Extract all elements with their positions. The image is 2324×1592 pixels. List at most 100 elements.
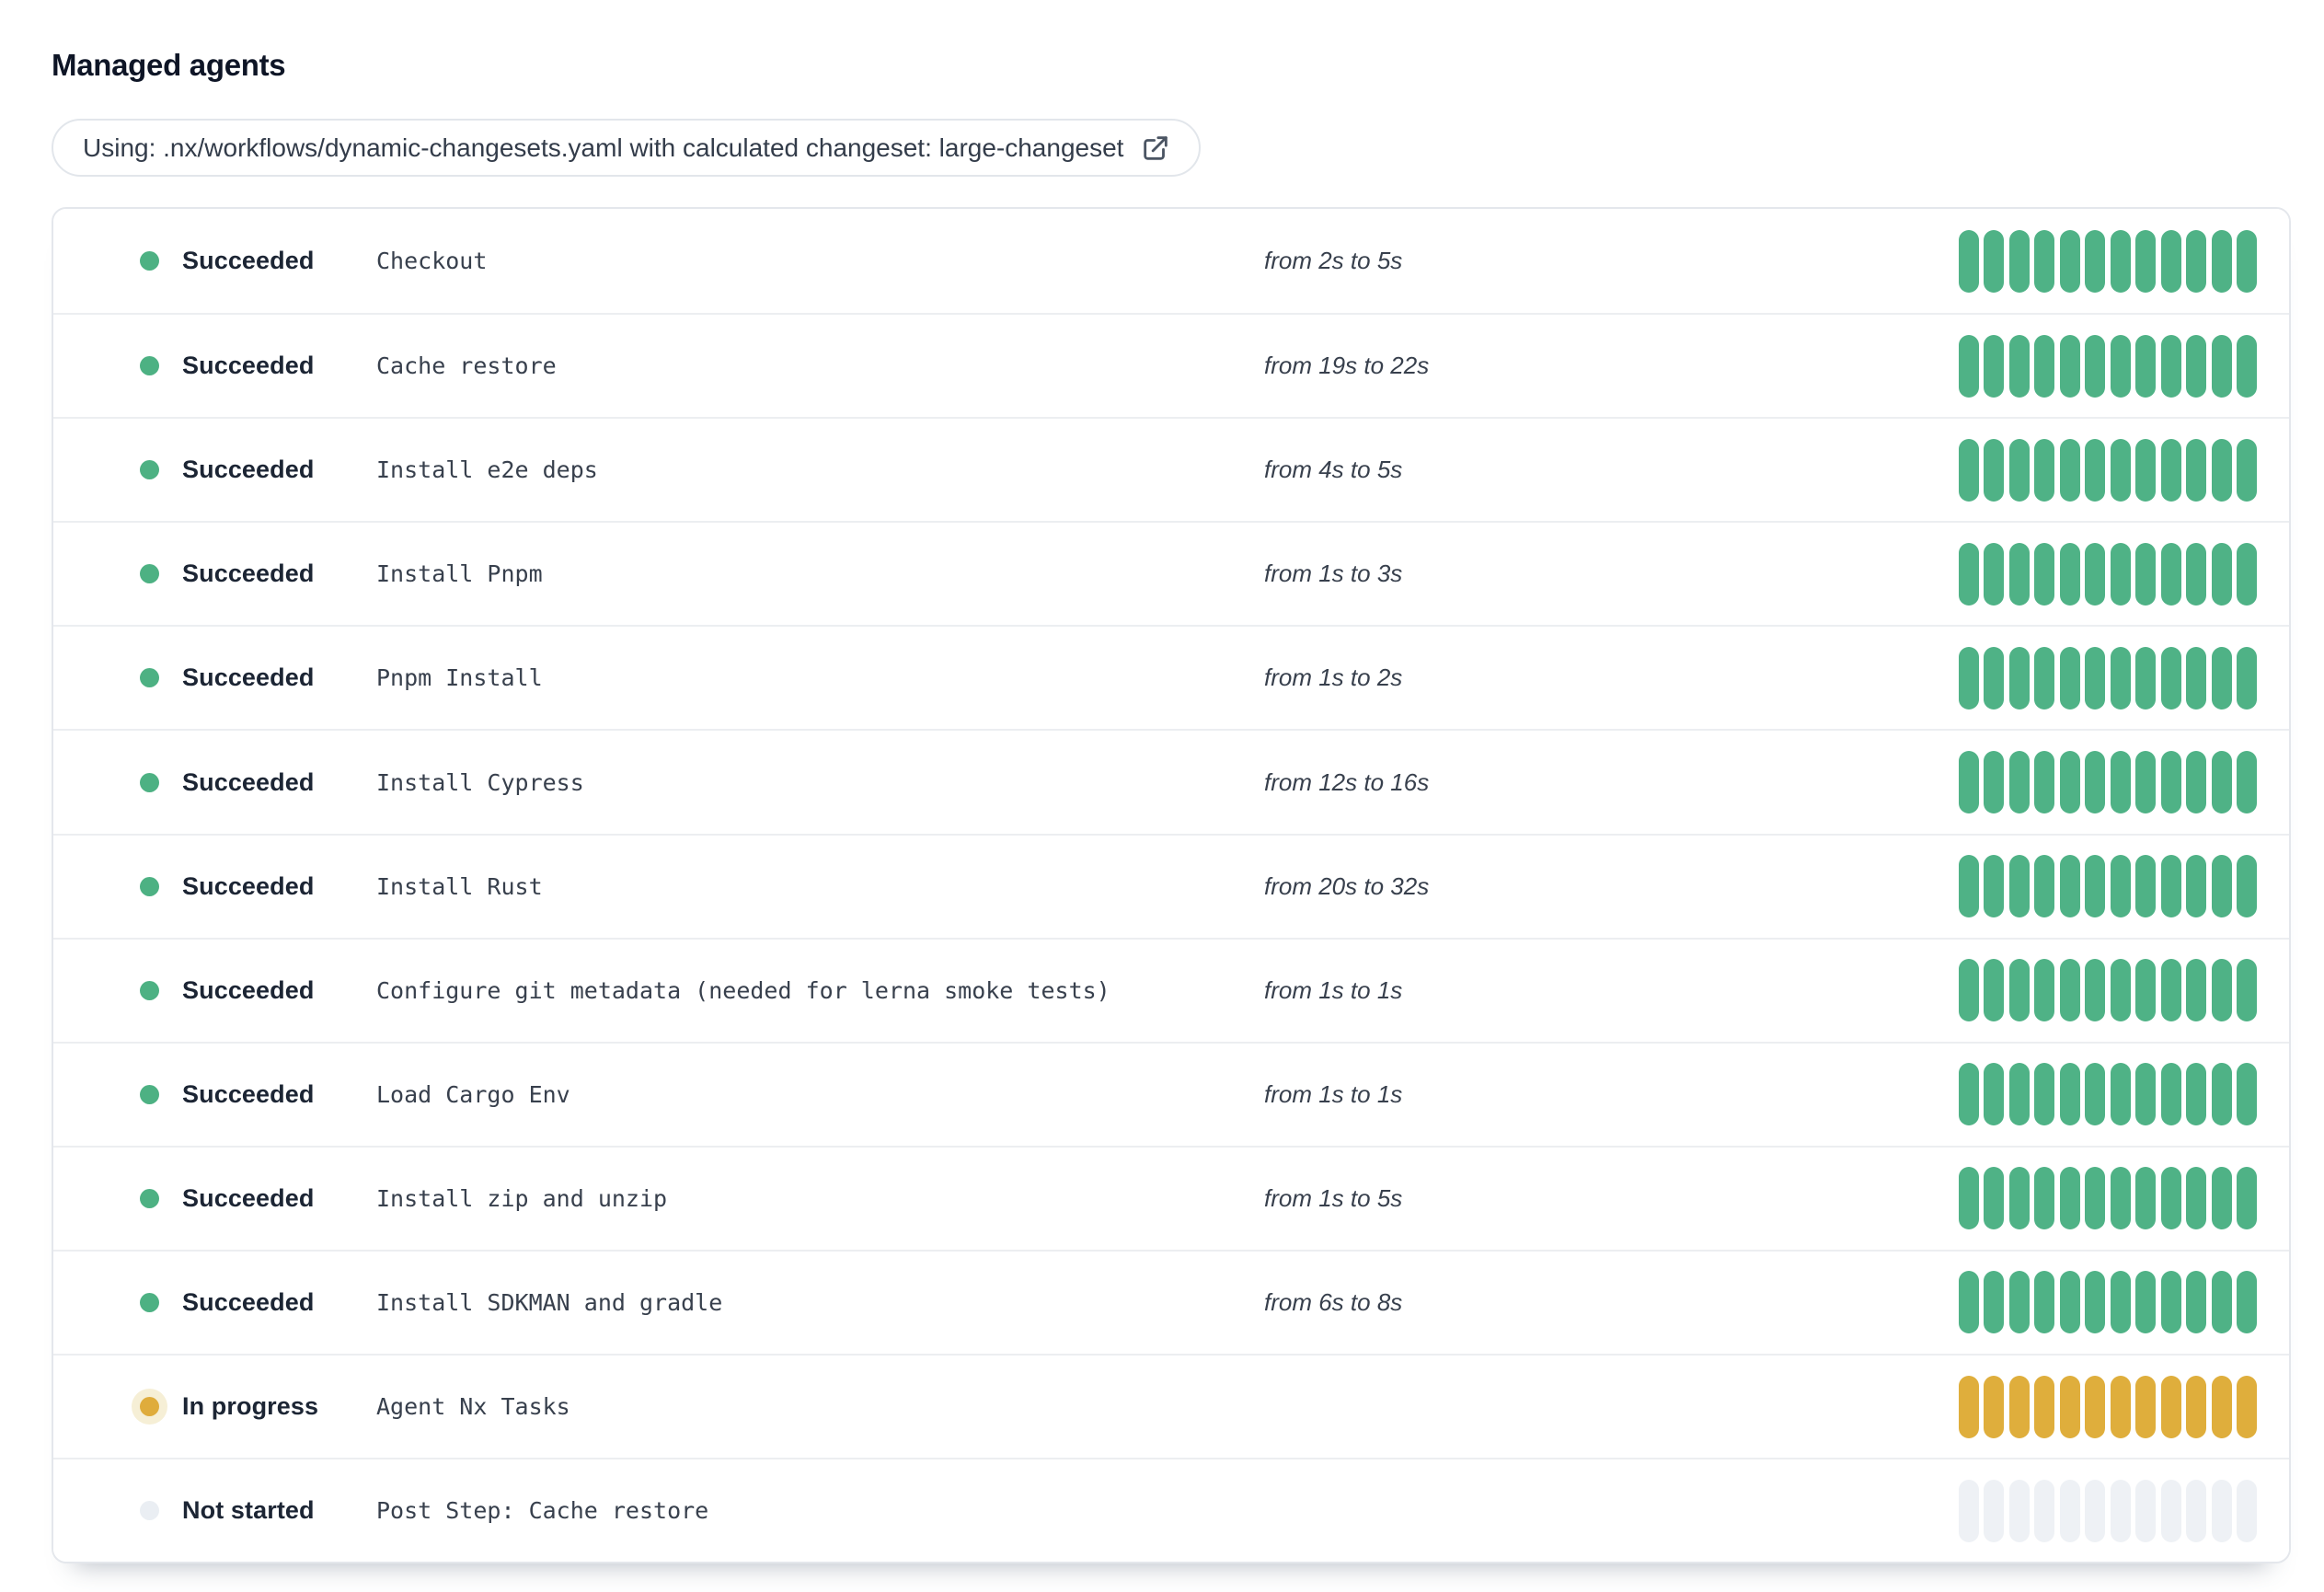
status-label: Succeeded xyxy=(182,1183,315,1212)
progress-segment-bar xyxy=(1958,751,1979,814)
progress-segment-bar xyxy=(1958,1167,1979,1230)
status-dot-icon xyxy=(140,1397,159,1417)
progress-segment-bar xyxy=(2034,542,2054,606)
progress-segment-bar xyxy=(2008,1167,2030,1230)
progress-segment-bar xyxy=(1984,751,2004,814)
progress-segment-bar xyxy=(1958,542,1979,606)
progress-segment-bar xyxy=(2237,1375,2257,1438)
progress-segment-bar xyxy=(2008,542,2030,606)
progress-segment-bar xyxy=(2237,855,2257,918)
progress-segment-bar xyxy=(2034,1271,2054,1334)
progress-segment-bar xyxy=(2211,334,2232,398)
progress-segment-bar xyxy=(2110,751,2131,814)
progress-segment-bar xyxy=(2034,1167,2054,1230)
agent-progress-bars xyxy=(1958,438,2257,502)
agent-step-row[interactable]: Succeeded Checkout from 2s to 5s xyxy=(53,209,2289,314)
progress-segment-bar xyxy=(2135,646,2156,709)
progress-segment-bar xyxy=(2034,751,2054,814)
agent-step-row[interactable]: In progress Agent Nx Tasks xyxy=(53,1354,2289,1459)
progress-segment-bar xyxy=(2008,1479,2030,1542)
status-label: Succeeded xyxy=(182,352,315,380)
step-name: Load Cargo Env xyxy=(376,1080,570,1108)
step-name: Agent Nx Tasks xyxy=(376,1393,570,1421)
progress-segment-bar xyxy=(1984,334,2004,398)
status-dot-icon xyxy=(140,1501,159,1521)
step-name: Install SDKMAN and gradle xyxy=(376,1288,723,1316)
step-name: Post Step: Cache restore xyxy=(376,1497,709,1525)
agent-step-row[interactable]: Succeeded Configure git metadata (needed… xyxy=(53,937,2289,1042)
step-name: Install Pnpm xyxy=(376,560,543,588)
agent-progress-bars xyxy=(1958,1063,2257,1126)
agent-step-row[interactable]: Succeeded Cache restore from 19s to 22s xyxy=(53,313,2289,418)
agent-step-row[interactable]: Succeeded Install SDKMAN and gradle from… xyxy=(53,1249,2289,1355)
progress-segment-bar xyxy=(2008,1271,2030,1334)
progress-segment-bar xyxy=(2186,542,2206,606)
step-status-cell: Succeeded xyxy=(53,663,376,692)
step-status-cell: Succeeded xyxy=(53,1288,376,1317)
progress-segment-bar xyxy=(2110,1375,2131,1438)
progress-segment-bar xyxy=(2160,646,2181,709)
progress-segment-bar xyxy=(2186,959,2206,1022)
progress-segment-bar xyxy=(2085,1167,2105,1230)
managed-agents-page: Managed agents Using: .nx/workflows/dyna… xyxy=(0,0,2324,1564)
agent-step-row[interactable]: Not started Post Step: Cache restore xyxy=(53,1458,2289,1563)
progress-segment-bar xyxy=(1958,855,1979,918)
progress-segment-bar xyxy=(2110,229,2131,293)
progress-segment-bar xyxy=(2008,1375,2030,1438)
progress-segment-bar xyxy=(2211,1063,2232,1126)
step-status-cell: Succeeded xyxy=(53,768,376,797)
progress-segment-bar xyxy=(2211,751,2232,814)
progress-segment-bar xyxy=(2160,855,2181,918)
status-dot-icon xyxy=(140,876,159,896)
agent-step-row[interactable]: Succeeded Install Cypress from 12s to 16… xyxy=(53,729,2289,834)
step-status-cell: Succeeded xyxy=(53,352,376,380)
progress-segment-bar xyxy=(2085,1063,2105,1126)
progress-segment-bar xyxy=(2034,438,2054,502)
progress-segment-bar xyxy=(2211,542,2232,606)
progress-segment-bar xyxy=(2237,646,2257,709)
step-status-cell: Succeeded xyxy=(53,1080,376,1109)
status-label: Succeeded xyxy=(182,767,315,796)
status-dot-icon xyxy=(140,564,159,584)
progress-segment-bar xyxy=(2008,855,2030,918)
agent-step-row[interactable]: Succeeded Load Cargo Env from 1s to 1s xyxy=(53,1041,2289,1146)
progress-segment-bar xyxy=(2034,229,2054,293)
agent-progress-bars xyxy=(1958,855,2257,918)
managed-agents-list: Succeeded Checkout from 2s to 5s Succeed… xyxy=(52,207,2291,1564)
status-dot-icon xyxy=(140,1188,159,1208)
agent-step-row[interactable]: Succeeded Pnpm Install from 1s to 2s xyxy=(53,625,2289,730)
progress-segment-bar xyxy=(2135,855,2156,918)
progress-segment-bar xyxy=(1958,959,1979,1022)
progress-segment-bar xyxy=(1958,646,1979,709)
progress-segment-bar xyxy=(2135,542,2156,606)
workflow-banner-link[interactable]: Using: .nx/workflows/dynamic-changesets.… xyxy=(52,119,1202,177)
progress-segment-bar xyxy=(2034,855,2054,918)
agent-progress-bars xyxy=(1958,1167,2257,1230)
progress-segment-bar xyxy=(1958,229,1979,293)
progress-segment-bar xyxy=(2186,1167,2206,1230)
progress-segment-bar xyxy=(2110,855,2131,918)
status-label: Not started xyxy=(182,1496,315,1525)
progress-segment-bar xyxy=(2237,542,2257,606)
progress-segment-bar xyxy=(2059,1271,2080,1334)
progress-segment-bar xyxy=(2034,334,2054,398)
progress-segment-bar xyxy=(2135,959,2156,1022)
status-label: Succeeded xyxy=(182,456,315,484)
progress-segment-bar xyxy=(2237,438,2257,502)
progress-segment-bar xyxy=(1984,959,2004,1022)
progress-segment-bar xyxy=(2059,1375,2080,1438)
agent-step-row[interactable]: Succeeded Install Pnpm from 1s to 3s xyxy=(53,521,2289,626)
progress-segment-bar xyxy=(2211,959,2232,1022)
progress-segment-bar xyxy=(2160,229,2181,293)
agent-step-row[interactable]: Succeeded Install e2e deps from 4s to 5s xyxy=(53,417,2289,522)
progress-segment-bar xyxy=(2211,1375,2232,1438)
agent-step-row[interactable]: Succeeded Install zip and unzip from 1s … xyxy=(53,1145,2289,1250)
step-duration: from 2s to 5s xyxy=(1264,247,1403,275)
step-duration: from 1s to 2s xyxy=(1264,663,1403,692)
agent-step-row[interactable]: Succeeded Install Rust from 20s to 32s xyxy=(53,833,2289,938)
progress-segment-bar xyxy=(2135,1063,2156,1126)
step-name: Install e2e deps xyxy=(376,456,598,484)
progress-segment-bar xyxy=(2085,438,2105,502)
progress-segment-bar xyxy=(2186,229,2206,293)
progress-segment-bar xyxy=(1958,1063,1979,1126)
